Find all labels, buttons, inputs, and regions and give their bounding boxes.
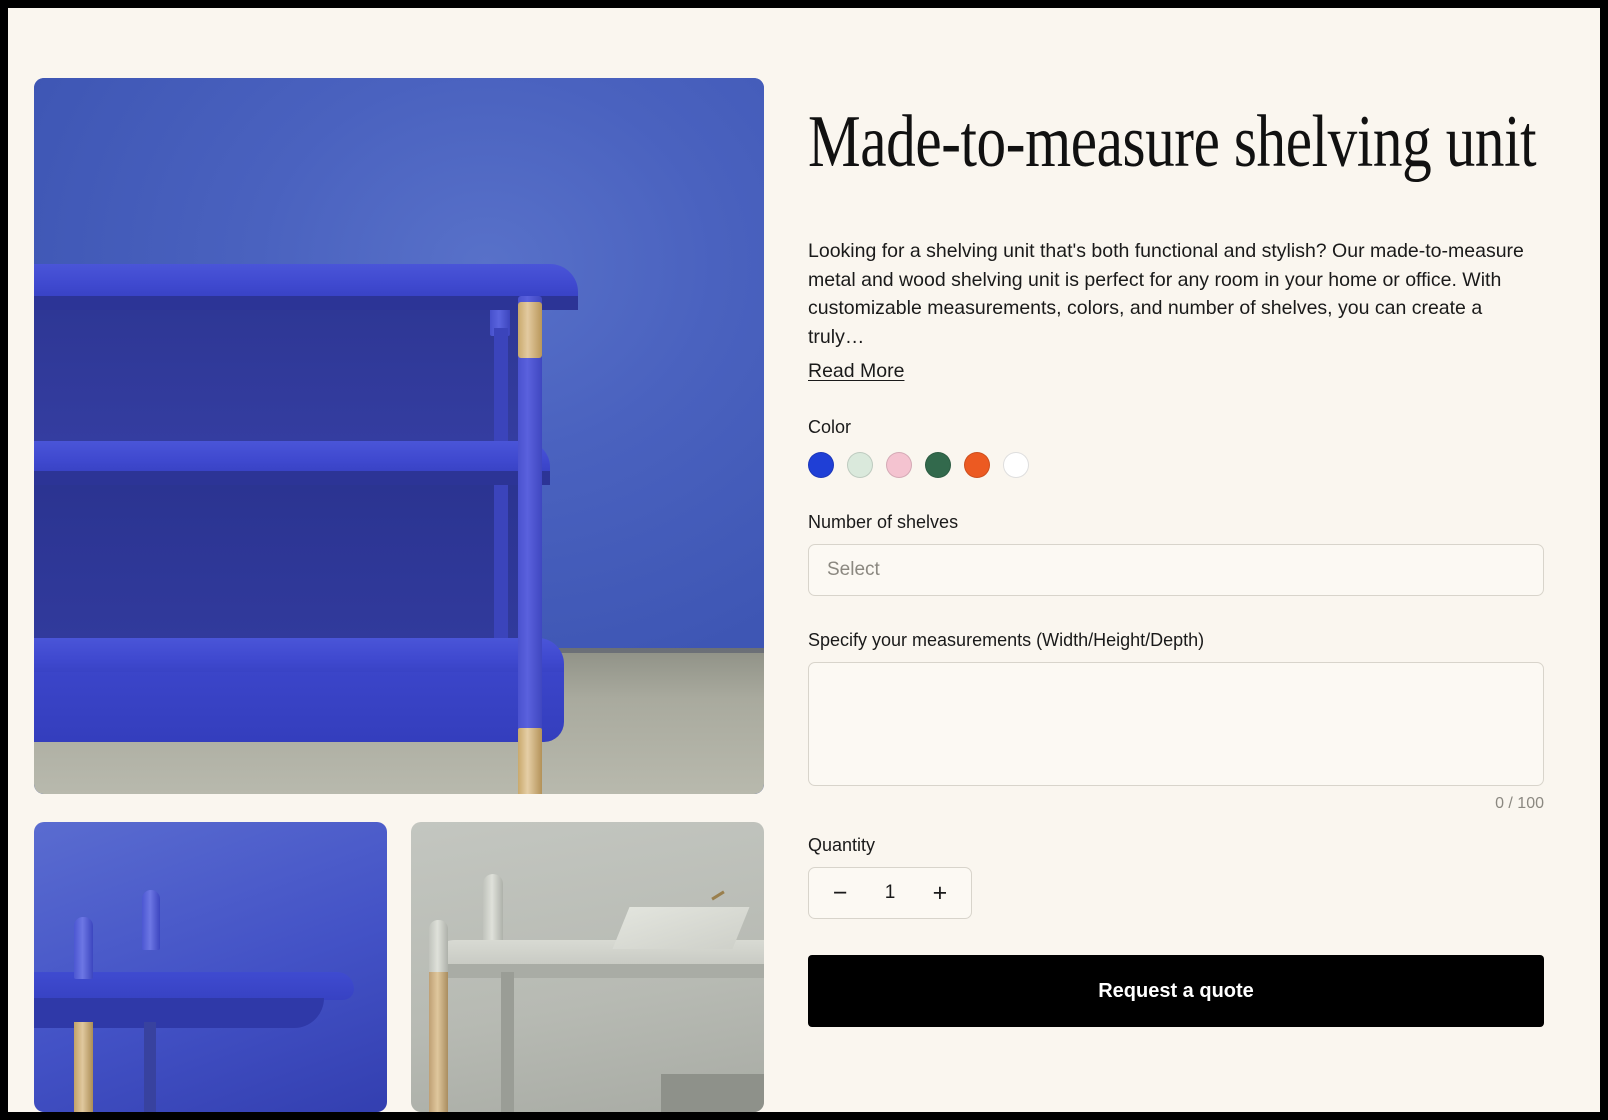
measurements-label: Specify your measurements (Width/Height/… [808,630,1205,651]
thumbnail-image-1[interactable] [34,822,387,1112]
shelf-rear-post [494,328,508,658]
shelves-select[interactable]: Select [808,544,1544,597]
color-swatch-orange[interactable] [964,452,990,479]
measurements-character-counter: 0 / 100 [1495,795,1544,813]
shelf-plate-top [34,264,578,298]
color-swatch-white[interactable] [1003,452,1029,479]
thumb2-metal-leg [501,972,514,1112]
shelf-edge-bottom [34,672,564,742]
wood-post-upper [518,302,542,358]
thumb2-wood-post [429,972,448,1112]
thumbnail-strip [34,822,764,1112]
shelves-label: Number of shelves [808,512,959,533]
quantity-value: 1 [884,882,896,904]
thumb2-post-front [429,920,448,978]
product-page-viewport: Made-to-measure shelving unit Looking fo… [8,8,1600,1112]
thumb2-tray [612,907,750,949]
shelf-edge-top [34,296,578,310]
request-quote-button[interactable]: Request a quote [808,955,1544,1028]
shelf-cavity-lower [34,485,524,639]
color-swatch-forest-green[interactable] [925,452,951,479]
product-details-panel: Made-to-measure shelving unit Looking fo… [808,78,1544,1112]
color-swatch-pink[interactable] [886,452,912,479]
read-more-link[interactable]: Read More [808,360,904,383]
thumb1-wood-post [74,1022,93,1112]
color-label: Color [808,417,852,438]
page-layout: Made-to-measure shelving unit Looking fo… [8,8,1600,1112]
page-title: Made-to-measure shelving unit [808,101,1537,183]
hero-product-image[interactable] [34,78,764,794]
wood-post-lower [518,728,542,794]
color-swatch-mint[interactable] [847,452,873,479]
plus-icon[interactable]: + [929,880,951,906]
shelf-plate-middle [34,441,550,473]
quantity-field-group: Quantity − 1 + [808,835,1544,920]
measurements-field-group: Specify your measurements (Width/Height/… [808,630,1544,813]
quantity-label: Quantity [808,835,876,856]
minus-icon[interactable]: − [829,880,851,906]
thumb1-metal-leg [144,1022,156,1112]
thumb2-shelf-edge [429,964,764,978]
thumb2-incense-stick [711,890,725,901]
color-swatch-list [808,452,1544,479]
shelf-cavity-upper [34,310,524,442]
thumb1-post-front [74,917,93,979]
quantity-stepper: − 1 + [808,867,972,920]
color-swatch-blue[interactable] [808,452,834,479]
thumb1-post-rear [142,890,160,950]
thumb2-floor-object [661,1074,764,1112]
thumbnail-image-2[interactable] [411,822,764,1112]
shelves-field-group: Number of shelves Select [808,512,1544,597]
shelf-plate-bottom [34,638,564,674]
shelf-edge-middle [34,471,550,485]
product-gallery [34,78,764,1112]
color-selector-group: Color [808,417,1544,479]
product-description: Looking for a shelving unit that's both … [808,240,1524,348]
measurements-textarea[interactable] [808,662,1544,787]
thumb2-post-rear [483,874,503,946]
shelf-main-post [518,296,542,738]
